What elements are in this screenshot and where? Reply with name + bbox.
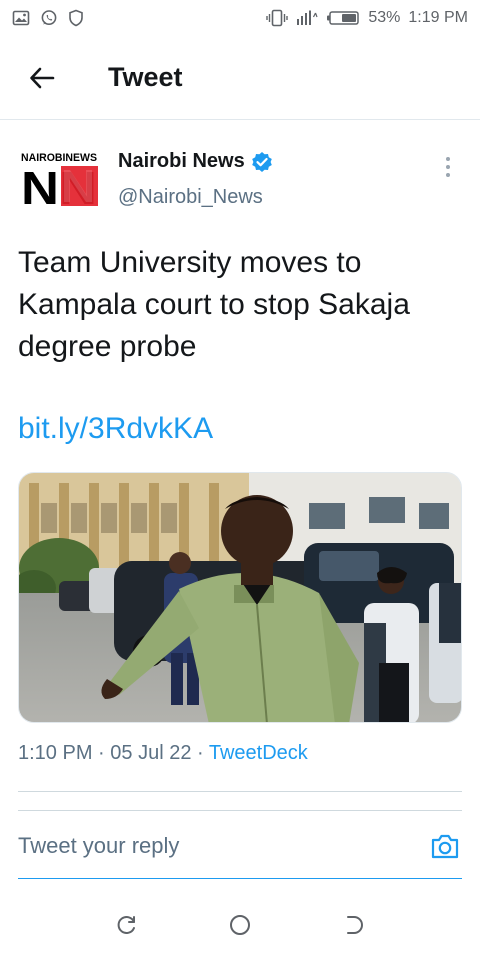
app-bar: Tweet xyxy=(0,36,480,120)
author-name[interactable]: Nairobi News xyxy=(118,150,273,173)
verified-badge-icon xyxy=(251,151,272,172)
whatsapp-icon xyxy=(40,9,58,27)
divider xyxy=(18,791,462,792)
reply-input[interactable]: Tweet your reply xyxy=(18,833,179,859)
battery-icon xyxy=(326,10,360,26)
tweet-media-photo[interactable] xyxy=(18,472,462,723)
tweet-link[interactable]: bit.ly/3RdvkKA xyxy=(18,408,213,450)
avatar[interactable]: NAIROBINEWS NN xyxy=(20,150,98,214)
home-icon xyxy=(229,915,250,935)
signal-icon xyxy=(296,9,318,27)
more-dot-icon xyxy=(446,173,450,177)
clock: 1:19 PM xyxy=(408,9,468,26)
arrow-left-icon xyxy=(30,67,55,88)
shield-icon xyxy=(68,9,84,27)
recents-button[interactable] xyxy=(107,905,147,945)
vibrate-icon xyxy=(266,9,289,27)
recents-icon xyxy=(117,916,135,934)
meta-separator: · xyxy=(197,742,209,764)
page-title: Tweet xyxy=(108,62,183,92)
status-right-icons: 53% 1:19 PM xyxy=(266,9,468,27)
camera-icon xyxy=(431,834,459,858)
tweet-author[interactable]: NAIROBINEWS NN Nairobi News @Nairobi_New… xyxy=(20,150,460,220)
status-left-icons xyxy=(12,9,84,27)
back-button[interactable] xyxy=(18,54,66,102)
tweet-text: Team University moves to Kampala court t… xyxy=(18,246,410,363)
tweet-time: 1:10 PM xyxy=(18,742,93,764)
battery-percent: 53% xyxy=(368,9,401,26)
system-nav-bar xyxy=(0,890,480,960)
tweet-source-link[interactable]: TweetDeck xyxy=(209,742,308,764)
meta-separator: · xyxy=(98,742,111,764)
divider xyxy=(18,810,462,811)
back-nav-button[interactable] xyxy=(333,905,373,945)
reply-bar: Tweet your reply xyxy=(18,813,462,879)
tweet-meta: 1:10 PM · 05 Jul 22 · TweetDeck xyxy=(18,742,308,765)
image-icon xyxy=(12,9,30,27)
more-dot-icon xyxy=(446,157,450,161)
home-button[interactable] xyxy=(220,905,260,945)
more-options-button[interactable] xyxy=(438,152,458,182)
author-name-text: Nairobi News xyxy=(118,150,245,172)
tweet-date: 05 Jul 22 xyxy=(110,742,192,764)
status-bar: 53% 1:19 PM xyxy=(0,0,480,36)
back-icon xyxy=(347,916,364,934)
more-dot-icon xyxy=(446,165,450,169)
author-handle[interactable]: @Nairobi_News xyxy=(118,186,263,209)
camera-button[interactable] xyxy=(428,829,462,863)
